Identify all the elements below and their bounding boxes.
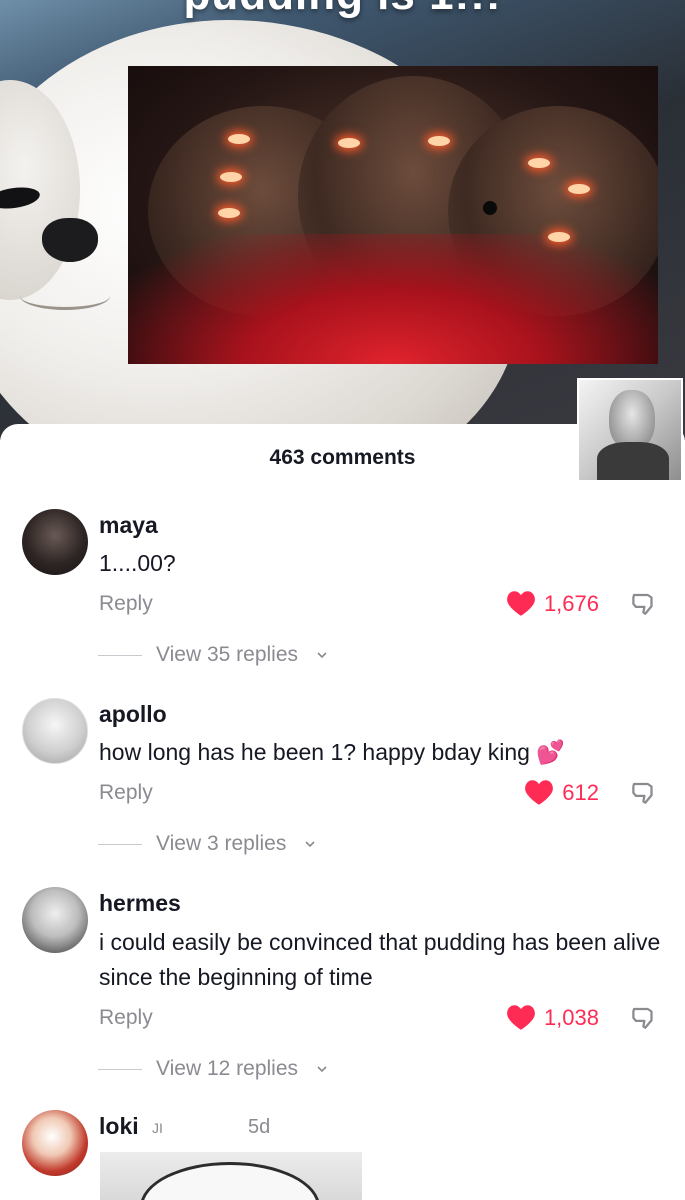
artwork-eye: [218, 208, 240, 218]
comment-username[interactable]: maya: [99, 512, 158, 539]
comments-sheet: 463 comments: [0, 424, 685, 1200]
comment-text: i could easily be convinced that pudding…: [99, 929, 661, 990]
comment-username[interactable]: hermes: [99, 890, 181, 917]
like-count: 1,676: [543, 590, 599, 616]
thumbnail-figure-body: [597, 442, 669, 480]
artwork-eye: [228, 134, 250, 144]
creator-thumbnail[interactable]: [577, 378, 683, 482]
chevron-down-icon: [317, 1066, 327, 1073]
video-caption: pudding is 1!!!: [0, 0, 685, 20]
chevron-down-icon: [305, 841, 315, 848]
avatar[interactable]: [22, 1110, 88, 1176]
divider-line: [98, 843, 142, 845]
view-replies-button[interactable]: View 35 replies: [98, 643, 328, 667]
view-replies-button[interactable]: View 12 replies: [98, 1057, 328, 1081]
like-button[interactable]: 1,676: [506, 590, 599, 617]
view-replies-label: View 12 replies: [156, 1057, 299, 1080]
heart-icon: [507, 1005, 535, 1030]
divider-line: [98, 654, 142, 656]
like-button[interactable]: 612: [524, 779, 599, 806]
heart-icon: [525, 780, 554, 805]
artwork-eye: [568, 184, 590, 194]
view-replies-label: View 3 replies: [156, 832, 287, 855]
comment-username[interactable]: apollo: [99, 701, 167, 728]
reply-button[interactable]: Reply: [99, 781, 153, 805]
sticker-face: [140, 1162, 320, 1200]
comment-username[interactable]: loki: [99, 1113, 139, 1140]
comment-text: 1....00?: [99, 550, 176, 576]
view-replies-label: View 35 replies: [156, 643, 299, 666]
dislike-icon[interactable]: [629, 779, 659, 809]
chevron-down-icon: [317, 652, 327, 659]
comment-sticker-image[interactable]: [100, 1152, 362, 1200]
artwork-eye: [528, 158, 550, 168]
artwork-eye: [428, 136, 450, 146]
dog-nose: [42, 218, 98, 262]
dog-mouth: [20, 282, 110, 310]
heart-icon: [507, 591, 535, 616]
comment-timestamp: 5d: [248, 1116, 271, 1138]
artwork-eye: [338, 138, 360, 148]
dislike-icon[interactable]: [629, 1004, 659, 1034]
like-count: 612: [562, 779, 599, 805]
avatar[interactable]: [22, 698, 88, 764]
artwork-eye: [548, 232, 570, 242]
overlay-artwork: [128, 66, 658, 364]
avatar[interactable]: [22, 887, 88, 953]
divider-line: [98, 1068, 142, 1070]
reply-button[interactable]: Reply: [99, 1006, 153, 1030]
comment-badge: JI: [152, 1120, 163, 1136]
artwork-red-glow: [128, 234, 658, 364]
comment-text: how long has he been 1? happy bday king …: [99, 739, 565, 765]
avatar[interactable]: [22, 509, 88, 575]
dislike-icon[interactable]: [629, 590, 659, 620]
artwork-dot: [483, 201, 497, 215]
video-player[interactable]: pudding is 1!!!: [0, 0, 685, 440]
reply-button[interactable]: Reply: [99, 592, 153, 616]
like-count: 1,038: [543, 1004, 599, 1030]
view-replies-button[interactable]: View 3 replies: [98, 832, 316, 856]
artwork-eye: [220, 172, 242, 182]
thumbnail-figure-head: [609, 390, 655, 450]
like-button[interactable]: 1,038: [506, 1004, 599, 1031]
